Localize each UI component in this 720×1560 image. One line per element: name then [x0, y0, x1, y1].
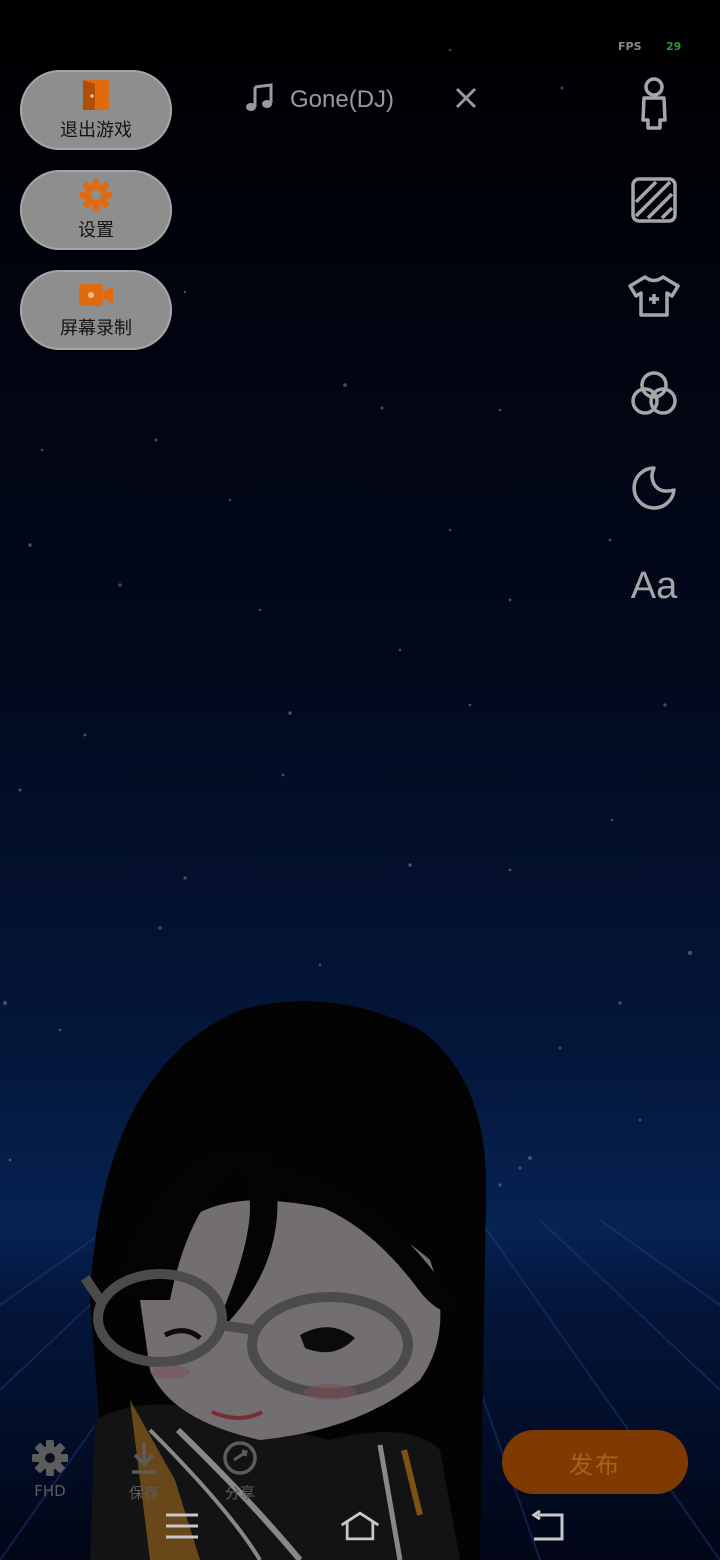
text-button[interactable]: Aa: [624, 556, 684, 616]
clothing-icon: [627, 274, 681, 322]
screen-record-button[interactable]: 屏幕录制: [20, 270, 172, 350]
share-button[interactable]: 分享: [220, 1438, 260, 1503]
exit-game-button[interactable]: 退出游戏: [20, 70, 172, 150]
clothing-button[interactable]: [624, 268, 684, 328]
save-label: 保存: [128, 1484, 159, 1502]
back-nav-icon[interactable]: [526, 1506, 570, 1546]
settings-button[interactable]: 设置: [20, 170, 172, 250]
avatar-person-icon: [634, 76, 674, 136]
fps-counter: FPS 29: [618, 40, 681, 53]
sticker-icon: [630, 464, 678, 516]
background-button[interactable]: [624, 172, 684, 232]
music-title: Gone(DJ): [290, 86, 395, 113]
quality-button[interactable]: FHD: [30, 1438, 70, 1500]
exit-door-icon: [79, 78, 113, 112]
music-selector[interactable]: Gone(DJ): [244, 80, 477, 120]
sticker-button[interactable]: [624, 460, 684, 520]
screen-record-icon: [77, 280, 115, 310]
exit-game-label: 退出游戏: [60, 120, 132, 141]
settings-gear-icon: [79, 178, 113, 212]
quality-label: FHD: [34, 1482, 66, 1500]
background-pattern-icon: [630, 176, 678, 228]
home-nav-icon[interactable]: [338, 1506, 382, 1546]
avatar-person-button[interactable]: [624, 76, 684, 136]
download-icon: [124, 1438, 164, 1482]
fps-label: FPS: [618, 40, 642, 53]
share-icon: [220, 1438, 260, 1482]
fps-value: 29: [666, 40, 682, 53]
share-label: 分享: [224, 1484, 255, 1502]
text-icon: Aa: [630, 564, 678, 607]
music-note-icon: [244, 83, 274, 117]
save-button[interactable]: 保存: [124, 1438, 164, 1503]
settings-label: 设置: [78, 220, 114, 241]
gear-icon: [30, 1438, 70, 1482]
filter-circles-icon: [629, 369, 679, 423]
publish-button[interactable]: 发布: [502, 1430, 688, 1494]
screen-record-label: 屏幕录制: [60, 318, 132, 339]
filter-button[interactable]: [624, 366, 684, 426]
menu-nav-icon[interactable]: [160, 1506, 204, 1546]
close-icon[interactable]: [452, 84, 480, 116]
